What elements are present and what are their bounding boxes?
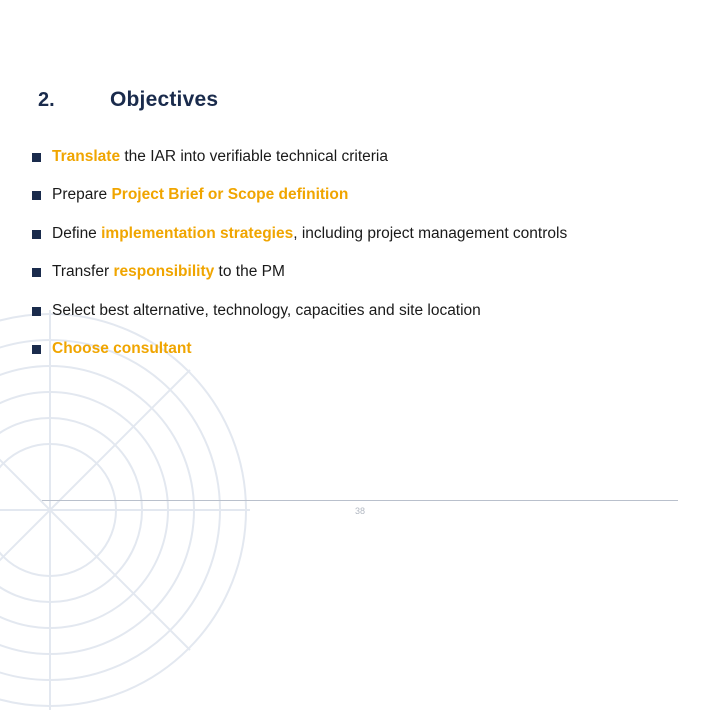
- bullet-select: Select best alternative, technology, cap…: [32, 300, 712, 322]
- page-number: 38: [354, 506, 365, 516]
- square-bullet-icon: [32, 191, 41, 201]
- square-bullet-icon: [32, 268, 41, 278]
- bullet-text-segment: to the PM: [214, 263, 285, 281]
- bullet-text-segment: Select best alternative, technology, cap…: [52, 301, 481, 319]
- highlighted-term: Translate: [52, 148, 121, 165]
- highlighted-term: implementation: [101, 224, 216, 242]
- bullet-prepare: Prepare Project Brief or Scope definitio…: [32, 184, 712, 206]
- square-bullet-icon: [32, 306, 41, 316]
- bullet-text-segment: Define: [52, 224, 102, 242]
- square-bullet-icon: [32, 153, 41, 162]
- slide-title-number: 2.: [38, 89, 55, 111]
- highlighted-term: responsibility: [113, 263, 215, 281]
- slide: 2. Objectives Translate the IAR into ver…: [0, 0, 720, 710]
- bullet-translate: Translate the IAR into verifiable techni…: [32, 146, 712, 168]
- bullet-text: Choose consultant: [52, 338, 712, 360]
- bullet-text-segment: Transfer: [52, 263, 114, 281]
- square-bullet-icon: [32, 345, 41, 355]
- bullet-text-segment: the IAR into verifiable technical criter…: [120, 148, 388, 165]
- bullet-text: Translate the IAR into verifiable techni…: [52, 146, 712, 168]
- highlighted-term: Project Brief or Scope definition: [111, 186, 349, 204]
- bullet-text: Prepare Project Brief or Scope definitio…: [52, 184, 712, 206]
- bullet-text-segment: Prepare: [52, 186, 112, 204]
- bullet-choose: Choose consultant: [32, 338, 712, 360]
- page-title: Objectives: [110, 88, 219, 111]
- bullet-text-segment: , including project management controls: [293, 224, 568, 242]
- highlighted-term: Choose consultant: [52, 340, 192, 358]
- footer-divider: [42, 500, 678, 501]
- bullet-transfer: Transfer responsibility to the PM: [32, 261, 712, 283]
- bullet-define: Define implementation strategies, includ…: [32, 223, 712, 245]
- bullet-text: Transfer responsibility to the PM: [52, 261, 712, 283]
- square-bullet-icon: [32, 229, 41, 239]
- slide-title-row: 2. Objectives: [38, 88, 218, 112]
- highlighted-term: strategies: [219, 224, 294, 242]
- bullet-text: Select best alternative, technology, cap…: [52, 300, 712, 322]
- bullet-text: Define implementation strategies, includ…: [52, 223, 712, 245]
- bullet-list: Translate the IAR into verifiable techni…: [32, 146, 712, 377]
